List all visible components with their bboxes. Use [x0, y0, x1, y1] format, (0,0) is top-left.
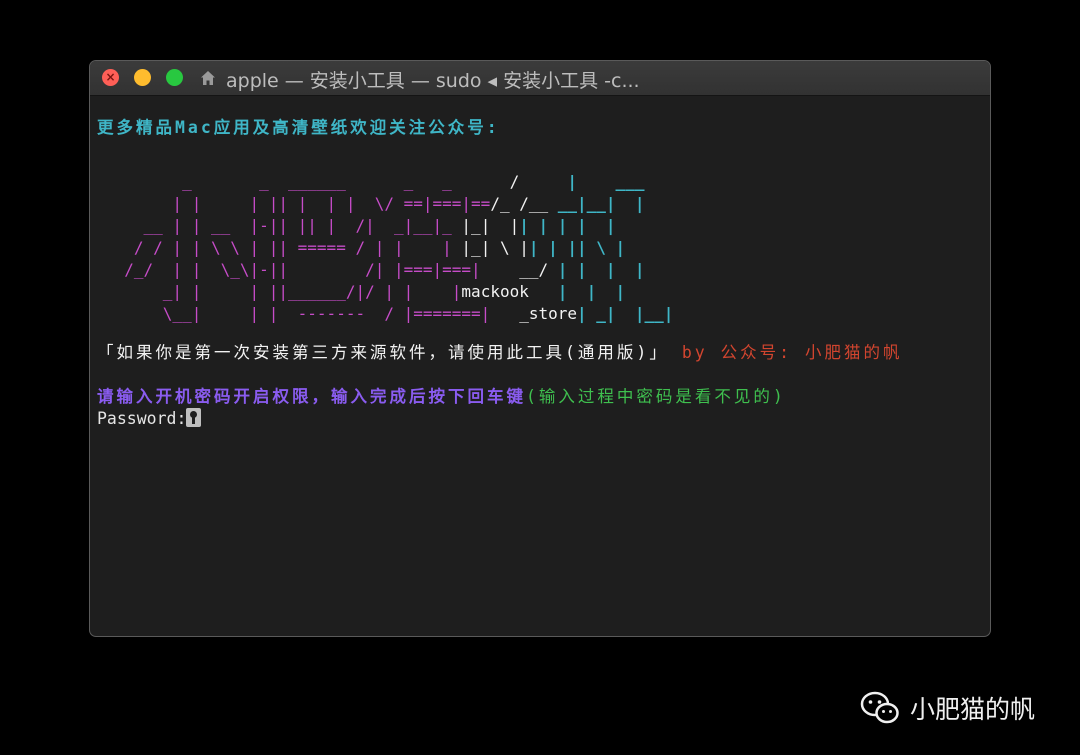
byline-text: by 公众号: 小肥猫的帆 — [681, 343, 903, 362]
ascii-row: | | | || | | | \/ ==|===|==/_ /__ __|__|… — [105, 193, 673, 215]
ascii-segment: | | || \ | — [528, 238, 626, 257]
watermark-text: 小肥猫的帆 — [910, 695, 1036, 724]
terminal-content[interactable]: 更多精品Mac应用及高清壁纸欢迎关注公众号: — [97, 117, 984, 139]
ascii-segment: | _| |__| — [577, 304, 674, 323]
close-icon: × — [105, 70, 116, 84]
ascii-segment: |_| \ | — [461, 238, 529, 257]
ascii-row: _ _ ______ _ _ / | ___ — [105, 171, 673, 193]
ascii-segment: / — [499, 172, 568, 191]
ascii-segment: __ | | __ |-|| || | /| _|__|_ — [105, 216, 462, 235]
home-icon — [201, 71, 215, 85]
ascii-segment: | | | || | | | \/ ==|===|== — [105, 194, 491, 213]
window-title: apple — 安装小工具 — sudo ◂ 安装小工具 -c... — [226, 70, 640, 92]
ascii-segment: | | | | — [557, 260, 645, 279]
password-line[interactable]: Password: — [97, 408, 984, 430]
ascii-segment: \__| | | ------- / |=======| — [105, 304, 500, 323]
ascii-row: / / | | \ \ | || ===== / | | | |_| \ || … — [105, 237, 673, 259]
ascii-segment: | | | — [528, 282, 626, 301]
ascii-segment: | | | | | — [519, 216, 616, 235]
ascii-art-logo: _ _ ______ _ _ / | ___ | | | || | | | \/… — [105, 171, 673, 325]
ascii-segment: / / | | \ \ | || ===== / | | | — [105, 238, 462, 257]
ascii-row: __ | | __ |-|| || | /| _|__|_ |_| || | |… — [105, 215, 673, 237]
prompt-text: 请输入开机密码开启权限，输入完成后按下回车键 — [97, 387, 526, 406]
ascii-row: /_/ | | \_\|-|| /| |===|===| __/ | | | | — [105, 259, 673, 281]
watermark: 小肥猫的帆 — [860, 688, 1035, 728]
ascii-segment: | ___ — [567, 172, 645, 191]
terminal-window: × apple — 安装小工具 — sudo ◂ 安装小工具 -c... 更多精… — [89, 60, 991, 637]
close-button[interactable]: × — [102, 69, 119, 86]
ascii-segment: /_ /__ — [490, 194, 558, 213]
ascii-row: \__| | | ------- / |=======| _store| _| … — [105, 303, 674, 325]
wechat-icon — [860, 691, 899, 724]
prompt-hint: (输入过程中密码是看不见的) — [526, 387, 786, 406]
ascii-segment: _| | | ||______/|/ | | | — [105, 282, 462, 301]
ascii-segment: _ _ ______ _ _ — [105, 172, 500, 191]
ascii-segment: __|__| | — [557, 194, 645, 213]
prompt-line: 请输入开机密码开启权限，输入完成后按下回车键(输入过程中密码是看不见的) — [97, 386, 984, 408]
ascii-segment: mackook — [461, 282, 529, 301]
ascii-segment: /_/ | | \_\|-|| /| |===|===| — [105, 260, 491, 279]
maximize-button[interactable] — [166, 69, 183, 86]
password-label: Password: — [97, 409, 187, 428]
ascii-row: _| | | ||______/|/ | | |mackook | | | — [105, 281, 673, 303]
terminal-lower[interactable]: 「如果你是第一次安装第三方来源软件，请使用此工具(通用版)」 by 公众号: 小… — [97, 342, 984, 430]
ascii-segment: __/ — [490, 260, 558, 279]
notice-text: 「如果你是第一次安装第三方来源软件，请使用此工具(通用版)」 — [97, 343, 669, 362]
title-bar[interactable]: × apple — 安装小工具 — sudo ◂ 安装小工具 -c... — [90, 61, 990, 96]
key-icon[interactable] — [186, 408, 202, 427]
header-line: 更多精品Mac应用及高清壁纸欢迎关注公众号: — [97, 118, 500, 137]
notice-line: 「如果你是第一次安装第三方来源软件，请使用此工具(通用版)」 by 公众号: 小… — [97, 342, 984, 364]
minimize-button[interactable] — [134, 69, 151, 86]
ascii-segment: _store — [499, 304, 578, 323]
ascii-segment: |_| | — [461, 216, 520, 235]
